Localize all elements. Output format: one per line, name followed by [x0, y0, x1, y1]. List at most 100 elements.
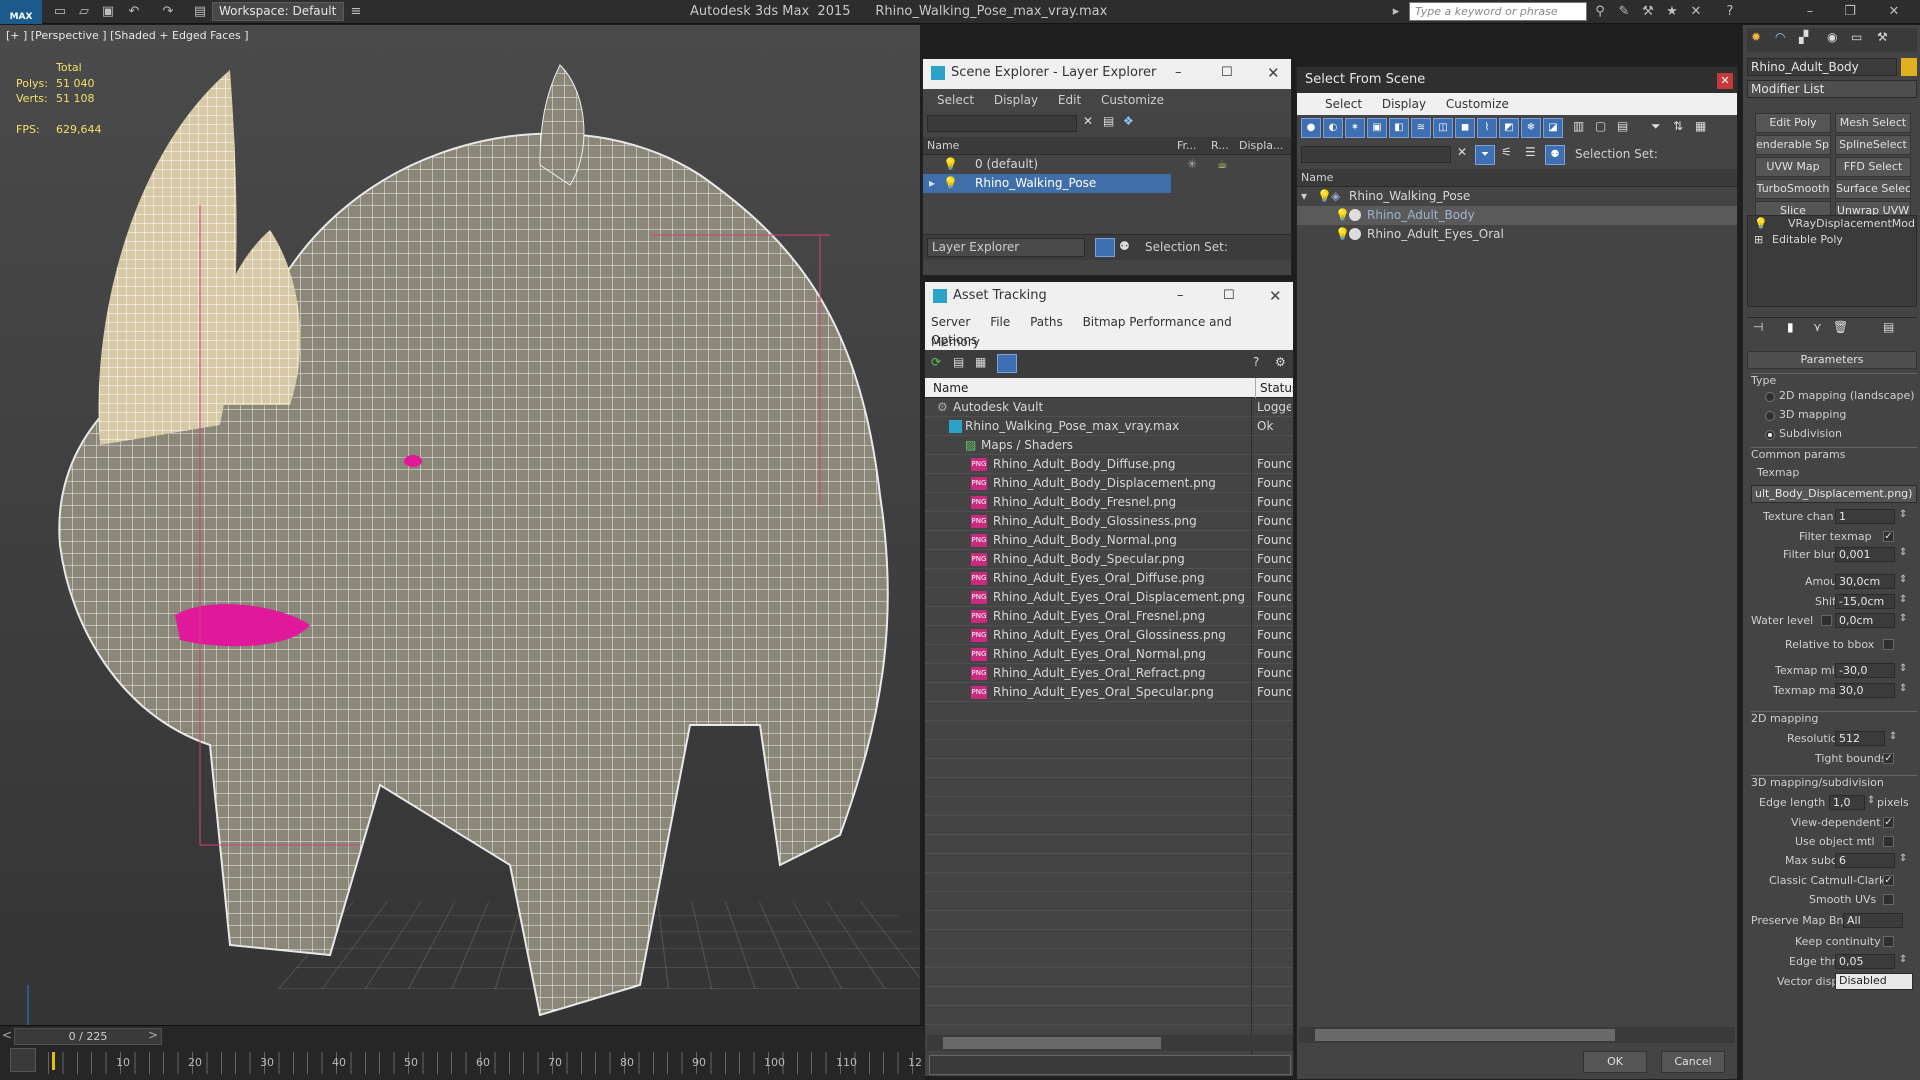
tree-row[interactable]: ▾ 💡 ◈ Rhino_Walking_Pose — [1297, 187, 1737, 206]
hierarchy-icon[interactable]: ⚉ — [1545, 145, 1565, 165]
type-radio[interactable] — [1765, 392, 1775, 402]
settings-icon[interactable]: ⚙ — [1275, 355, 1286, 369]
filter-spacewarps-icon[interactable]: ≋ — [1411, 118, 1431, 138]
light-bulb-icon[interactable]: 💡 — [1317, 187, 1332, 206]
light-bulb-icon[interactable]: 💡 — [943, 174, 958, 193]
asset-row[interactable]: Rhino_Walking_Pose_max_vray.max Ok — [925, 417, 1293, 436]
workspace-dropdown[interactable]: Workspace: Default — [212, 2, 344, 21]
open-folder-icon[interactable]: ▱ — [74, 3, 94, 21]
undo-icon[interactable]: ↶ — [124, 3, 144, 21]
col-status[interactable]: Status — [1255, 378, 1298, 398]
tools-icon[interactable]: ✎ — [1614, 3, 1634, 21]
clear-find-icon[interactable]: ✕ — [1083, 114, 1093, 128]
asset-row[interactable]: PNG Rhino_Adult_Eyes_Oral_Displacement.pn… — [925, 588, 1293, 607]
col-render[interactable]: R... — [1211, 137, 1229, 155]
asset-row[interactable]: ▨ Maps / Shaders — [925, 436, 1293, 455]
resolution-field[interactable]: 512 — [1835, 731, 1885, 746]
asset-row[interactable]: PNG Rhino_Adult_Body_Glossiness.png Found — [925, 512, 1293, 531]
hierarchy-mode-icon[interactable]: ⚉ — [1119, 239, 1130, 253]
light-bulb-icon[interactable]: 💡 — [943, 155, 958, 174]
parameters-rollout-header[interactable]: Parameters — [1747, 351, 1917, 369]
new-file-icon[interactable]: ▭ — [50, 3, 70, 21]
spinner-arrows-icon[interactable]: ⇕ — [1889, 731, 1897, 742]
rhino-wireframe-model[interactable] — [0, 25, 920, 1025]
menu-select[interactable]: Select — [937, 93, 974, 107]
cancel-button[interactable]: Cancel — [1661, 1051, 1725, 1073]
filter-cameras-icon[interactable]: ▣ — [1367, 118, 1387, 138]
filter-xrefs-icon[interactable]: ◼ — [1455, 118, 1475, 138]
help-icon[interactable]: ? — [1720, 3, 1740, 21]
display-all-icon[interactable]: ▥ — [1573, 119, 1584, 133]
make-unique-icon[interactable]: ⋎ — [1813, 320, 1822, 334]
time-prev-icon[interactable]: < — [2, 1028, 12, 1042]
show-end-result-icon[interactable]: ▮ — [1787, 320, 1794, 334]
modifier-button[interactable]: Edit Poly — [1755, 113, 1831, 133]
asset-row[interactable]: PNG Rhino_Adult_Body_Diffuse.png Found — [925, 455, 1293, 474]
modifier-list-dropdown[interactable]: Modifier List — [1747, 80, 1917, 98]
filter-groups-icon[interactable]: ◫ — [1433, 118, 1453, 138]
expand-arrow-icon[interactable]: ▸ — [929, 174, 935, 193]
explorer-mode-dropdown[interactable]: Layer Explorer — [927, 238, 1085, 257]
project-folder-icon[interactable]: ▤ — [190, 3, 210, 21]
spinner-arrows-icon[interactable]: ⇕ — [1899, 663, 1907, 674]
binoculars-icon[interactable]: ⚲ — [1590, 3, 1610, 21]
ok-button[interactable]: OK — [1583, 1051, 1647, 1073]
select-scene-titlebar[interactable]: Select From Scene ✕ — [1297, 67, 1737, 93]
subscription-icon[interactable]: ⚒ — [1638, 3, 1658, 21]
list-view-icon[interactable]: ▤ — [953, 355, 964, 369]
classic-catmull-clark-checkbox[interactable]: ✓ — [1883, 875, 1894, 886]
minimize-window-icon[interactable]: – — [1800, 3, 1820, 21]
menu-server[interactable]: Server — [931, 315, 970, 329]
save-icon[interactable]: ▣ — [98, 3, 118, 21]
search-input[interactable]: Type a keyword or phrase — [1409, 2, 1587, 21]
close-window-icon[interactable]: ✕ — [1884, 3, 1904, 21]
layers-icon[interactable]: ☰ — [1525, 145, 1536, 159]
tree-row[interactable]: 💡 Rhino_Adult_Eyes_Oral — [1297, 225, 1737, 244]
quick-access-dropdown-icon[interactable]: ≡ — [346, 3, 366, 21]
collapse-arrow-icon[interactable]: ▾ — [1301, 187, 1307, 206]
menu-select[interactable]: Select — [1325, 97, 1362, 111]
col-display[interactable]: Displa... — [1239, 137, 1284, 155]
asset-path-field[interactable] — [929, 1055, 1291, 1075]
filter-icon[interactable]: ▤ — [1103, 114, 1114, 128]
funnel-icon[interactable]: ⏷ — [1651, 119, 1661, 134]
smooth-uvs-checkbox[interactable] — [1883, 894, 1894, 905]
water-level-field[interactable]: 0,0cm — [1835, 613, 1895, 628]
modifier-button[interactable]: Mesh Select — [1835, 113, 1911, 133]
filter-texmap-checkbox[interactable]: ✓ — [1883, 531, 1894, 542]
maximize-icon[interactable]: ☐ — [1223, 282, 1235, 310]
redo-icon[interactable]: ↷ — [158, 3, 178, 21]
texture-chan-field[interactable]: 1 — [1835, 509, 1895, 524]
close-icon[interactable]: ✕ — [1717, 73, 1733, 89]
asset-row[interactable]: PNG Rhino_Adult_Body_Normal.png Found — [925, 531, 1293, 550]
time-next-icon[interactable]: > — [148, 1028, 158, 1042]
mini-curve-editor-icon[interactable] — [10, 1048, 36, 1072]
motion-tab-icon[interactable]: ◉ — [1827, 30, 1837, 44]
pin-stack-icon[interactable]: ⊣ — [1753, 320, 1763, 334]
keep-continuity-checkbox[interactable] — [1883, 936, 1894, 947]
asset-row[interactable]: PNG Rhino_Adult_Eyes_Oral_Refract.png Foun… — [925, 664, 1293, 683]
spinner-arrows-icon[interactable]: ⇕ — [1899, 547, 1907, 558]
spinner-arrows-icon[interactable]: ⇕ — [1899, 594, 1907, 605]
preserve-map-dropdown[interactable]: All — [1843, 913, 1903, 928]
minimize-icon[interactable]: – — [1177, 282, 1184, 310]
spinner-arrows-icon[interactable]: ⇕ — [1899, 954, 1907, 965]
col-name[interactable]: Name — [933, 378, 968, 398]
spinner-arrows-icon[interactable]: ⇕ — [1899, 613, 1907, 624]
spinner-arrows-icon[interactable]: ⇕ — [1867, 795, 1875, 806]
modify-tab-icon[interactable]: ◠ — [1775, 30, 1785, 44]
filter-containers-icon[interactable]: ◩ — [1499, 118, 1519, 138]
asset-row[interactable]: PNG Rhino_Adult_Eyes_Oral_Specular.png Fou… — [925, 683, 1293, 702]
refresh-icon[interactable]: ⟳ — [931, 355, 941, 369]
close-icon[interactable]: ✕ — [1269, 282, 1282, 310]
asset-row[interactable]: PNG Rhino_Adult_Eyes_Oral_Normal.png Found — [925, 645, 1293, 664]
amount-field[interactable]: 30,0cm — [1835, 574, 1895, 589]
remove-modifier-icon[interactable]: 🗑 — [1833, 320, 1848, 334]
clear-find-icon[interactable]: ✕ — [1457, 145, 1467, 159]
spinner-arrows-icon[interactable]: ⇕ — [1899, 683, 1907, 694]
filter-blur-field[interactable]: 0,001 — [1835, 547, 1895, 562]
modifier-button[interactable]: FFD Select — [1835, 157, 1911, 177]
filter-helpers-icon[interactable]: ◧ — [1389, 118, 1409, 138]
horizontal-scrollbar[interactable] — [1299, 1027, 1735, 1043]
find-field[interactable] — [927, 115, 1077, 132]
